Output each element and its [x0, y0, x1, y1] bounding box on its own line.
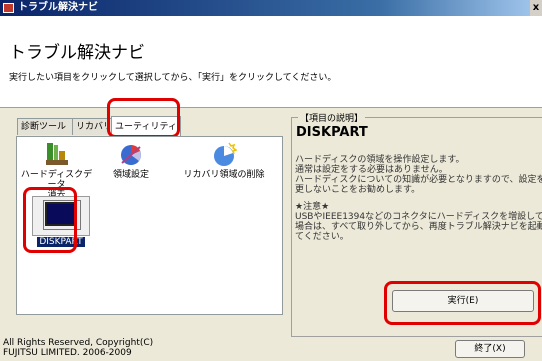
copyright-line-2: FUJITSU LIMITED. 2006-2009	[3, 348, 132, 358]
header-panel: トラブル解決ナビ 実行したい項目をクリックして選択してから、「実行」をクリックし…	[0, 16, 542, 108]
description-title: DISKPART	[296, 125, 368, 140]
highlight-diskpart	[23, 187, 77, 253]
highlight-utility-tab	[107, 98, 180, 138]
page-title: トラブル解決ナビ	[9, 43, 145, 63]
tab-diagnostic[interactable]: 診断ツール	[17, 118, 75, 135]
highlight-run-button	[384, 281, 541, 325]
disk-pie-icon	[121, 145, 141, 165]
note-line: てください。	[295, 232, 349, 242]
broom-icon	[45, 143, 68, 165]
instruction-text: 実行したい項目をクリックして選択してから、「実行」をクリックしてください。	[9, 73, 337, 83]
description-group-label: 【項目の説明】	[298, 111, 366, 124]
utility-item-partition[interactable]: 領域設定	[101, 141, 161, 180]
window-title: トラブル解決ナビ	[18, 2, 98, 13]
disk-delete-icon	[214, 142, 238, 166]
title-bar[interactable]: トラブル解決ナビ x	[0, 0, 542, 16]
exit-button[interactable]: 終了(X)	[455, 340, 525, 358]
app-icon	[3, 3, 14, 13]
footer: All Rights Reserved, Copyright(C) FUJITS…	[0, 337, 542, 361]
utility-label: リカバリ領域の削除	[183, 170, 265, 180]
utility-item-delete-recovery[interactable]: リカバリ領域の削除	[169, 141, 279, 180]
copyright-line-1: All Rights Reserved, Copyright(C)	[3, 338, 154, 348]
utility-label: 領域設定	[112, 170, 149, 180]
close-button[interactable]: x	[530, 0, 542, 16]
app-window: トラブル解決ナビ x トラブル解決ナビ 実行したい項目をクリックして選択してから…	[0, 0, 542, 361]
description-line: 更しないことをお勧めします。	[295, 185, 421, 195]
